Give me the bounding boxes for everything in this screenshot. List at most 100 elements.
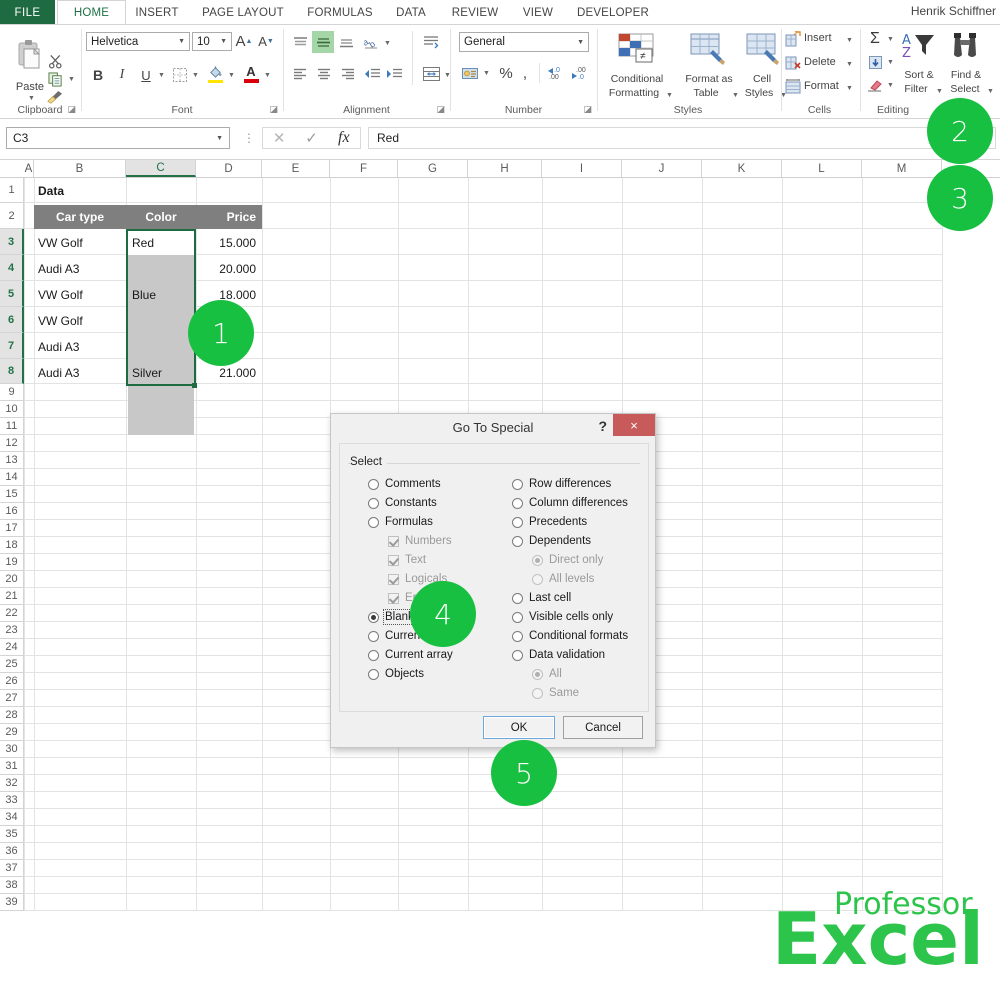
number-format-chevron-down-icon[interactable]: ▼	[577, 39, 584, 46]
option-column-differences[interactable]: Column differences	[512, 497, 628, 509]
autosum-button[interactable]: Σ	[865, 30, 885, 48]
increase-decimal-button[interactable]: .00 .0	[569, 63, 591, 83]
autosum-chevron-down-icon[interactable]: ▼	[887, 36, 894, 43]
align-left-button[interactable]	[290, 65, 310, 83]
clear-button[interactable]	[865, 76, 885, 94]
insert-function-button[interactable]: fx	[328, 129, 360, 147]
option-conditional-formats[interactable]: Conditional formats	[512, 630, 628, 642]
cell-B5[interactable]: VW Golf	[34, 283, 126, 307]
column-header-G[interactable]: G	[398, 160, 468, 177]
cell-B3[interactable]: VW Golf	[34, 231, 126, 255]
radio-column-differences[interactable]	[512, 497, 523, 509]
format-as-table-button[interactable]	[682, 29, 736, 69]
row-header-8[interactable]: 8	[0, 359, 24, 384]
cut-button[interactable]	[46, 53, 64, 69]
option-direct-only[interactable]: Direct only	[532, 554, 603, 566]
delete-chevron-down-icon[interactable]: ▼	[846, 61, 853, 68]
row-header-30[interactable]: 30	[0, 741, 24, 758]
option-numbers[interactable]: Numbers	[388, 535, 452, 547]
radio-all[interactable]	[532, 668, 543, 680]
copy-button[interactable]	[46, 71, 64, 87]
borders-chevron-down-icon[interactable]: ▼	[192, 72, 199, 79]
radio-blanks[interactable]	[368, 611, 379, 623]
cell-D3[interactable]: 15.000	[196, 231, 262, 255]
radio-visible-cells-only[interactable]	[512, 611, 523, 623]
row-header-38[interactable]: 38	[0, 877, 24, 894]
radio-all-levels[interactable]	[532, 573, 543, 585]
option-row-differences[interactable]: Row differences	[512, 478, 611, 490]
radio-last-cell[interactable]	[512, 592, 523, 604]
row-header-5[interactable]: 5	[0, 281, 24, 307]
row-header-26[interactable]: 26	[0, 673, 24, 690]
row-header-34[interactable]: 34	[0, 809, 24, 826]
delete-cells-icon-wrap[interactable]	[784, 54, 802, 72]
merge-and-center-button[interactable]	[420, 65, 442, 83]
option-same[interactable]: Same	[532, 687, 579, 699]
wrap-text-button[interactable]	[420, 33, 442, 51]
cell-C2-header[interactable]: Color	[126, 205, 196, 229]
row-header-4[interactable]: 4	[0, 255, 24, 281]
increase-font-size-button[interactable]: A ▲	[234, 31, 254, 51]
insert-cells-icon-wrap[interactable]	[784, 30, 802, 48]
row-header-28[interactable]: 28	[0, 707, 24, 724]
bold-button[interactable]: B	[88, 65, 108, 85]
radio-data-validation[interactable]	[512, 649, 523, 661]
row-header-9[interactable]: 9	[0, 384, 24, 401]
option-formulas[interactable]: Formulas	[368, 516, 433, 528]
option-current-array[interactable]: Current array	[368, 649, 453, 661]
cell-B1[interactable]: Data	[34, 178, 126, 203]
cancel-entry-button[interactable]: ✕	[263, 129, 295, 147]
font-color-chevron-down-icon[interactable]: ▼	[264, 72, 271, 79]
tab-formulas[interactable]: FORMULAS	[298, 0, 382, 25]
row-header-7[interactable]: 7	[0, 333, 24, 359]
tab-file[interactable]: FILE	[0, 0, 55, 25]
row-header-36[interactable]: 36	[0, 843, 24, 860]
column-header-E[interactable]: E	[262, 160, 330, 177]
fill-chevron-down-icon[interactable]: ▼	[887, 59, 894, 66]
align-top-button[interactable]	[290, 33, 310, 51]
align-bottom-button[interactable]	[336, 33, 356, 51]
formula-input[interactable]: Red	[368, 127, 996, 149]
underline-button[interactable]: U	[136, 65, 156, 85]
find-and-select-button[interactable]	[946, 29, 986, 63]
tab-developer[interactable]: DEVELOPER	[566, 0, 660, 25]
radio-precedents[interactable]	[512, 516, 523, 528]
option-comments[interactable]: Comments	[368, 478, 441, 490]
align-right-button[interactable]	[338, 65, 358, 83]
cell-B7[interactable]: Audi A3	[34, 335, 126, 359]
number-format-select[interactable]: General ▼	[459, 32, 589, 52]
cell-B6[interactable]: VW Golf	[34, 309, 126, 333]
clear-chevron-down-icon[interactable]: ▼	[887, 82, 894, 89]
borders-button[interactable]	[170, 65, 190, 85]
find-select-chevron-down-icon[interactable]: ▼	[987, 88, 994, 95]
decrease-indent-button[interactable]	[362, 65, 382, 83]
row-header-22[interactable]: 22	[0, 605, 24, 622]
row-header-27[interactable]: 27	[0, 690, 24, 707]
clipboard-dialog-launcher[interactable]: ◪	[67, 104, 76, 115]
dialog-help-button[interactable]: ?	[598, 418, 607, 434]
radio-objects[interactable]	[368, 668, 379, 680]
cell-D2-header[interactable]: Price	[196, 205, 262, 229]
row-header-24[interactable]: 24	[0, 639, 24, 656]
comma-style-button[interactable]: ,	[517, 63, 533, 83]
row-header-21[interactable]: 21	[0, 588, 24, 605]
cell-B8[interactable]: Audi A3	[34, 361, 126, 385]
format-cells-icon-wrap[interactable]	[784, 78, 802, 96]
option-all-levels[interactable]: All levels	[532, 573, 594, 585]
orientation-button[interactable]: a b	[362, 33, 382, 51]
orientation-chevron-down-icon[interactable]: ▼	[384, 40, 391, 47]
column-header-C[interactable]: C	[126, 160, 196, 177]
column-header-M[interactable]: M	[862, 160, 942, 177]
font-dialog-launcher[interactable]: ◪	[269, 104, 278, 115]
row-header-35[interactable]: 35	[0, 826, 24, 843]
format-chevron-down-icon[interactable]: ▼	[846, 85, 853, 92]
option-precedents[interactable]: Precedents	[512, 516, 587, 528]
radio-same[interactable]	[532, 687, 543, 699]
row-header-3[interactable]: 3	[0, 229, 24, 255]
align-center-button[interactable]	[314, 65, 334, 83]
row-header-33[interactable]: 33	[0, 792, 24, 809]
checkbox-errors[interactable]	[388, 592, 399, 604]
option-dependents[interactable]: Dependents	[512, 535, 591, 547]
option-data-validation[interactable]: Data validation	[512, 649, 605, 661]
radio-current-array[interactable]	[368, 649, 379, 661]
